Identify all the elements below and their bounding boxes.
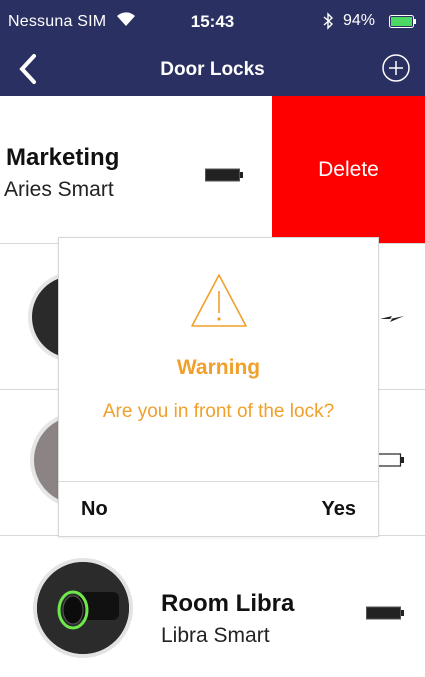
- list-item[interactable]: Room Libra Libra Smart: [0, 536, 425, 677]
- nav-bar: Door Locks: [0, 44, 425, 94]
- dialog-title: Warning: [176, 356, 261, 379]
- plus-circle-icon[interactable]: [380, 52, 412, 84]
- lock-model: Libra Smart: [161, 624, 270, 647]
- no-button[interactable]: No: [81, 498, 108, 521]
- lock-name: Room Libra: [161, 590, 295, 617]
- bluetooth-icon: [323, 12, 334, 30]
- lock-photo: [33, 558, 133, 658]
- page-title: Door Locks: [160, 59, 265, 80]
- dialog-message: Are you in front of the lock?: [102, 401, 335, 422]
- battery-percent: 94%: [343, 12, 376, 29]
- battery-charging-icon: [380, 316, 404, 322]
- lock-cylinder-image: [37, 562, 129, 654]
- lock-model: Aries Smart: [4, 178, 114, 201]
- lock-name: Marketing: [6, 144, 120, 171]
- status-bar: Nessuna SIM 15:43 94%: [0, 0, 425, 40]
- warning-dialog: Warning Are you in front of the lock? No…: [58, 237, 379, 537]
- delete-button[interactable]: Delete: [272, 96, 425, 243]
- app-header: Nessuna SIM 15:43 94% Door Locks: [0, 0, 425, 96]
- battery-icon: [205, 168, 243, 182]
- dialog-divider: [59, 481, 378, 482]
- battery-icon: [366, 606, 404, 620]
- battery-icon: [389, 15, 416, 28]
- list-item[interactable]: Marketing Aries Smart Delete: [0, 96, 425, 244]
- warning-triangle-icon: [191, 274, 247, 327]
- yes-button[interactable]: Yes: [322, 498, 356, 521]
